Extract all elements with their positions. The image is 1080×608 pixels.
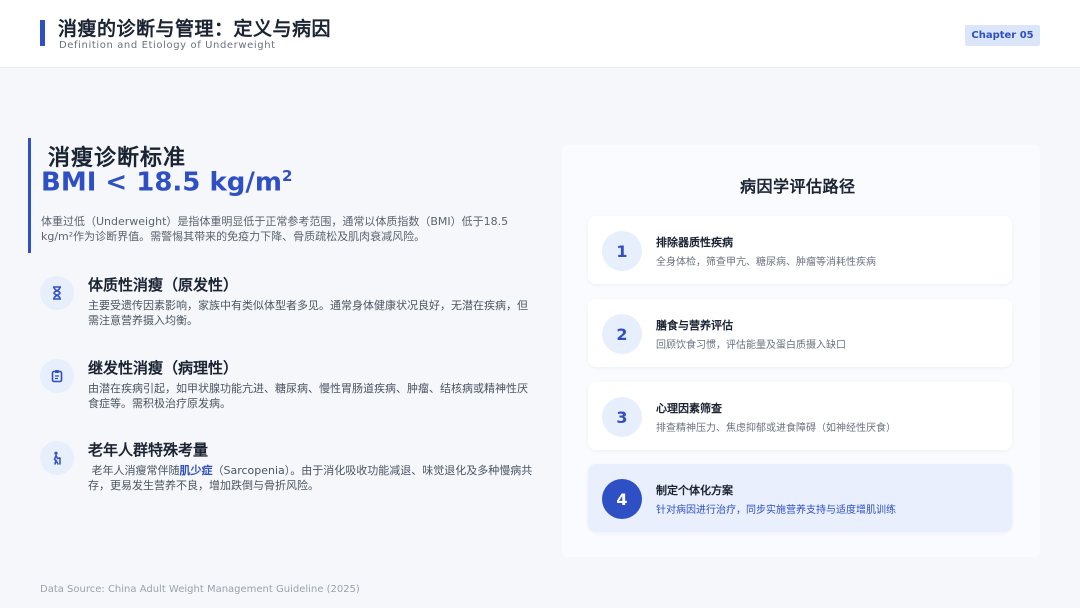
step-number: 3 — [602, 397, 642, 437]
step-number: 4 — [602, 479, 642, 519]
pathway-step-1: 1 排除器质性疾病 全身体检，筛查甲亢、糖尿病、肿瘤等消耗性疾病 — [588, 216, 1012, 284]
step-title: 心理因素筛查 — [656, 402, 722, 415]
elderly-person-icon — [40, 441, 74, 475]
sarcopenia-highlight: 肌少症 — [179, 464, 213, 477]
diagnosis-criteria-block: 消瘦诊断标准 BMI < 18.5 kg/m2 体重过低（Underweight… — [28, 138, 528, 253]
clipboard-icon — [40, 359, 74, 393]
step-title: 制定个体化方案 — [656, 484, 733, 497]
hourglass-icon — [40, 276, 74, 310]
pathway-step-2: 2 膳食与营养评估 回顾饮食习惯，评估能量及蛋白质摄入缺口 — [588, 299, 1012, 367]
bmi-exponent: 2 — [281, 167, 293, 185]
step-description: 排查精神压力、焦虑抑郁或进食障碍（如神经性厌食） — [656, 423, 896, 434]
page-subtitle: Definition and Etiology of Underweight — [59, 40, 276, 51]
bmi-value: BMI < 18.5 kg/m — [41, 167, 282, 198]
chapter-badge: Chapter 05 — [965, 25, 1040, 46]
type-title: 体质性消瘦（原发性） — [88, 276, 239, 294]
criteria-description: 体重过低（Underweight）是指体重明显低于正常参考范围，通常以体质指数（… — [41, 215, 509, 243]
type-description: 主要受遗传因素影响，家族中有类似体型者多见。通常身体健康状况良好，无潜在疾病，但… — [88, 299, 528, 327]
step-description: 针对病因进行治疗，同步实施营养支持与适度增肌训练 — [656, 505, 896, 516]
type-title: 继发性消瘦（病理性） — [88, 359, 239, 377]
step-number: 1 — [602, 231, 642, 271]
pathway-step-4: 4 制定个体化方案 针对病因进行治疗，同步实施营养支持与适度增肌训练 — [588, 464, 1012, 532]
step-description: 全身体检，筛查甲亢、糖尿病、肿瘤等消耗性疾病 — [656, 257, 876, 268]
page-title: 消瘦的诊断与管理：定义与病因 — [58, 18, 332, 40]
header-accent-bar — [40, 20, 45, 46]
etiology-pathway-panel: 病因学评估路径 1 排除器质性疾病 全身体检，筛查甲亢、糖尿病、肿瘤等消耗性疾病… — [562, 145, 1040, 557]
type-title: 老年人群特殊考量 — [88, 441, 209, 459]
step-title: 膳食与营养评估 — [656, 319, 733, 332]
step-description: 回顾饮食习惯，评估能量及蛋白质摄入缺口 — [656, 340, 846, 351]
pathway-step-3: 3 心理因素筛查 排查精神压力、焦虑抑郁或进食障碍（如神经性厌食） — [588, 382, 1012, 450]
type-description: 由潜在疾病引起，如甲状腺功能亢进、糖尿病、慢性胃肠道疾病、肿瘤、结核病或精神性厌… — [88, 382, 528, 410]
bmi-threshold: BMI < 18.5 kg/m2 — [41, 167, 292, 198]
type-desc-pre: 老年人消瘦常伴随 — [91, 464, 180, 477]
step-title: 排除器质性疾病 — [656, 236, 733, 249]
pathway-title: 病因学评估路径 — [740, 177, 856, 196]
data-source-footnote: Data Source: China Adult Weight Manageme… — [40, 584, 360, 595]
slide-header: 消瘦的诊断与管理：定义与病因 Definition and Etiology o… — [0, 0, 1080, 68]
step-number: 2 — [602, 314, 642, 354]
type-description: 老年人消瘦常伴随肌少症（Sarcopenia）。由于消化吸收功能减退、味觉退化及… — [88, 463, 533, 493]
